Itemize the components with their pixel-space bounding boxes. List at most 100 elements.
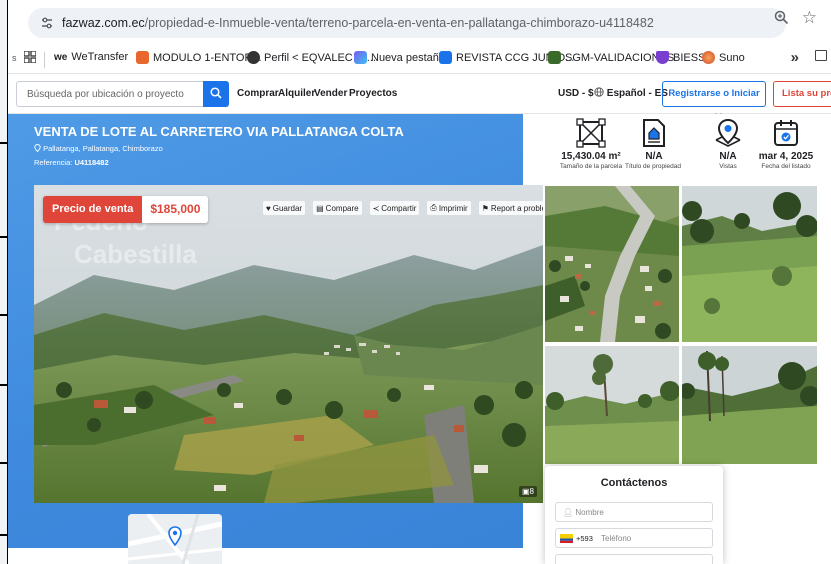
tune-icon[interactable] <box>40 16 54 33</box>
land-size-icon <box>576 118 606 148</box>
save-label: Guardar <box>272 203 303 213</box>
address-bar: fazwaz.com.ec/propiedad-e-Inmueble-venta… <box>8 0 831 44</box>
language-selector[interactable]: Español - ES <box>594 87 668 99</box>
flag-icon: ⚑ <box>481 203 489 213</box>
country-code-selector[interactable]: +593 <box>560 534 593 543</box>
title-deed-value: N/A <box>645 151 663 162</box>
listing-title: VENTA DE LOTE AL CARRETERO VIA PALLATANG… <box>34 124 404 139</box>
search-icon <box>210 87 222 99</box>
bookmarks-folder-icon[interactable] <box>815 50 827 61</box>
valley-landscape-image: Pedeño Cabestilla <box>34 185 543 503</box>
name-field[interactable]: 👤︎ Nombre <box>555 502 713 522</box>
compare-label: Compare <box>325 203 359 213</box>
gallery-photo-1[interactable] <box>545 186 679 342</box>
validation-icon <box>548 51 561 64</box>
window-left-edge <box>0 0 8 564</box>
photo-count-badge[interactable]: ▣8 <box>518 486 537 497</box>
suno-icon <box>702 51 715 64</box>
location-text: Pallatanga, Pallatanga, Chimborazo <box>43 144 163 153</box>
magazine-icon <box>439 51 452 64</box>
price-chip: Precio de venta $185,000 <box>43 196 209 223</box>
location-pin-icon <box>34 144 41 153</box>
name-placeholder: Nombre <box>575 508 604 517</box>
print-button[interactable]: ⎙ Imprimir <box>427 201 471 215</box>
browser-window: fazwaz.com.ec/propiedad-e-Inmueble-venta… <box>0 0 831 564</box>
country-code: +593 <box>576 534 593 543</box>
gallery-photo-3[interactable] <box>545 346 679 464</box>
price-label: Precio de venta <box>43 196 143 223</box>
bookmark-label: WeTransfer <box>71 51 129 63</box>
calendar-icon <box>774 120 798 146</box>
contact-title: Contáctenos <box>600 477 668 489</box>
nav-comprar[interactable]: Comprar <box>237 88 279 99</box>
listing-stats: 15,430.04 m² Tamaño de la parcela N/A Tí… <box>523 114 831 182</box>
globe-icon <box>594 87 604 97</box>
bookmark-label: MODULO 1-ENTOR... <box>153 51 262 64</box>
map-preview[interactable] <box>128 514 222 564</box>
star-icon[interactable]: ☆ <box>802 8 817 28</box>
bookmark-suno[interactable]: Suno <box>702 51 745 64</box>
print-icon: ⎙ <box>430 203 437 212</box>
photo-gallery <box>543 184 831 464</box>
bookmark-modulo[interactable]: MODULO 1-ENTOR... <box>136 51 262 64</box>
bookmark-label: Suno <box>719 51 745 64</box>
bookmark-overflow-left[interactable]: s <box>12 53 17 63</box>
user-icon: 👤︎ <box>563 508 574 517</box>
phone-field[interactable]: +593 Teléfono <box>555 528 713 548</box>
views-value: N/A <box>719 151 737 162</box>
search-input[interactable]: Búsqueda por ubicación o proyecto <box>16 81 226 107</box>
omnibox[interactable]: fazwaz.com.ec/propiedad-e-Inmueble-venta… <box>28 8 786 38</box>
save-button[interactable]: ♥ Guardar <box>263 201 306 215</box>
heart-icon: ♥ <box>266 203 271 213</box>
bookmark-label: BIESS <box>673 51 706 64</box>
url-path: /propiedad-e-Inmueble-venta/terreno-parc… <box>144 16 654 30</box>
report-button[interactable]: ⚑Report a problem <box>478 201 543 215</box>
listing-location: Pallatanga, Pallatanga, Chimborazo <box>34 144 163 153</box>
svg-text:Cabestilla: Cabestilla <box>74 239 197 269</box>
map-pin-icon <box>715 118 741 147</box>
email-field[interactable] <box>555 554 713 564</box>
bookmark-wetransfer[interactable]: we WeTransfer <box>54 51 128 63</box>
bookmarks-separator <box>44 52 45 68</box>
profile-icon <box>247 51 260 64</box>
language-label: Español - ES <box>606 88 668 99</box>
photos-icon: ▣ <box>521 487 530 496</box>
price-value: $185,000 <box>142 196 209 223</box>
gallery-photo-2[interactable] <box>682 186 817 342</box>
login-button[interactable]: Registrarse o Iniciar sesión <box>662 81 766 123</box>
tab-icon <box>354 51 367 64</box>
title-deed-label: Título de propiedad de <box>625 163 683 170</box>
land-size-value: 15,430.04 m² <box>561 151 621 162</box>
wetransfer-icon: we <box>54 51 68 63</box>
map-pin-icon <box>168 526 182 546</box>
site-header: Búsqueda por ubicación o proyecto Compra… <box>8 74 831 123</box>
reference-value: U4118482 <box>74 158 109 167</box>
zoom-icon[interactable] <box>774 10 789 29</box>
reference-label: Referencia: <box>34 158 73 167</box>
share-button[interactable]: ≺ Compartir <box>369 201 420 215</box>
apps-grid-icon[interactable] <box>24 51 36 63</box>
contact-form: Contáctenos 👤︎ Nombre +593 Teléfono <box>545 466 723 564</box>
bookmark-nueva-pestana[interactable]: Nueva pestaña <box>354 51 445 64</box>
module-icon <box>136 51 149 64</box>
search-button[interactable] <box>203 81 229 107</box>
listing-date-value: mar 4, 2025 <box>758 151 814 162</box>
listing-actions: ♥ Guardar ▤ Compare ≺ Compartir ⎙ Imprimir ⚑… <box>263 201 543 215</box>
compare-icon: ▤ <box>316 203 324 213</box>
currency-selector[interactable]: USD - $ <box>558 88 594 99</box>
compare-button[interactable]: ▤ Compare <box>313 201 362 215</box>
listing-reference: Referencia: U4118482 <box>34 158 109 167</box>
list-property-button[interactable]: Lista su propiedad <box>773 81 831 107</box>
main-property-photo[interactable]: Pedeño Cabestilla Precio de venta $185,0… <box>34 185 543 503</box>
url-text[interactable]: fazwaz.com.ec/propiedad-e-Inmueble-venta… <box>62 16 654 30</box>
more-bookmarks-button[interactable]: » <box>791 49 799 66</box>
nav-vender[interactable]: Vender <box>314 88 347 99</box>
share-label: Compartir <box>381 203 417 213</box>
nav-alquiler[interactable]: Alquiler <box>278 88 315 99</box>
green-field-image <box>682 186 817 342</box>
nav-proyectos[interactable]: Proyectos <box>349 88 397 99</box>
ecuador-flag-icon <box>560 534 573 543</box>
bookmark-biess[interactable]: BIESS <box>656 51 705 64</box>
gallery-photo-4[interactable] <box>682 346 817 464</box>
phone-placeholder: Teléfono <box>601 534 632 543</box>
